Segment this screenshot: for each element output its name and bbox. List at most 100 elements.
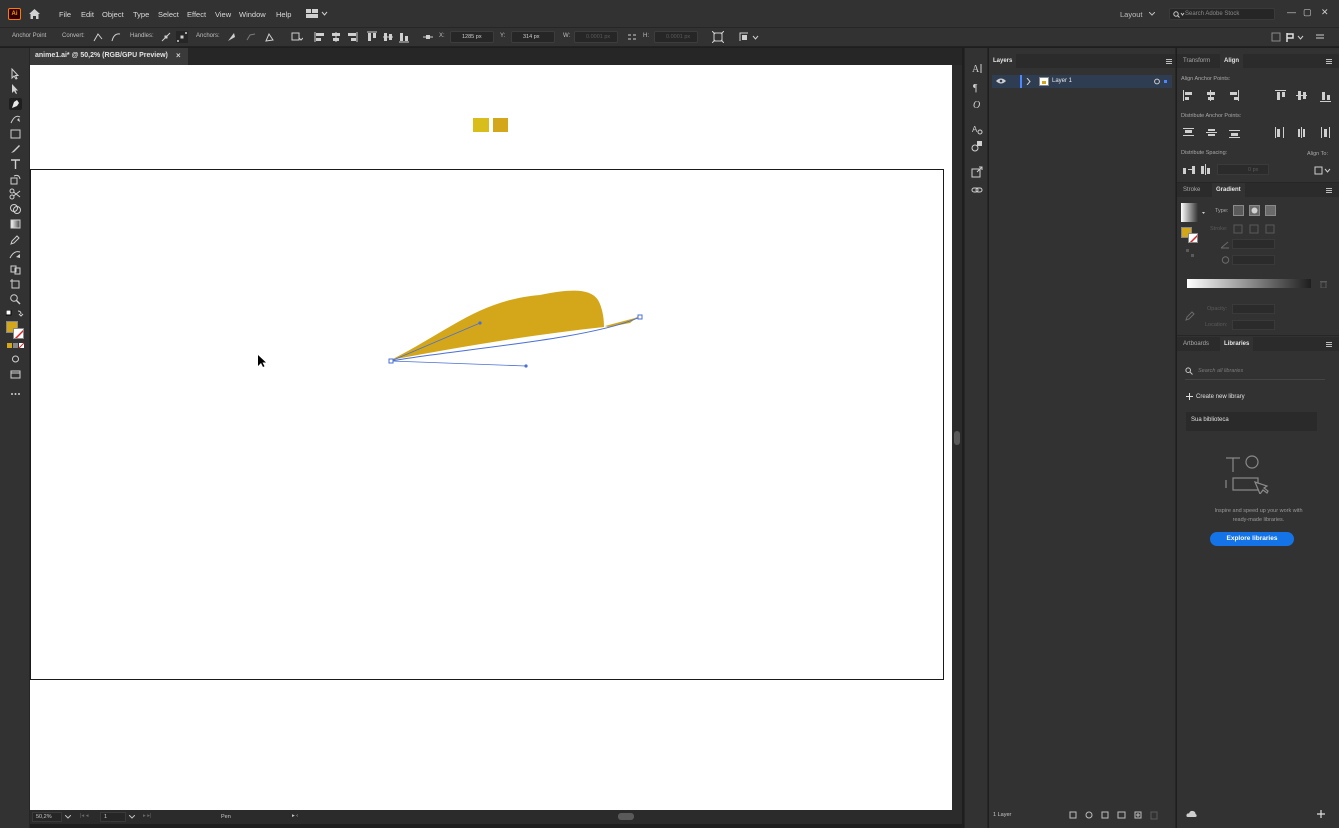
gradient-preview-swatch[interactable] (1181, 203, 1207, 223)
location-field[interactable] (1232, 320, 1275, 330)
appearance-panel-icon[interactable]: A (971, 123, 983, 135)
horizontal-scroll-thumb[interactable] (618, 813, 634, 820)
workspace-switcher[interactable]: Layout (1120, 10, 1143, 19)
constrain-proportions-icon[interactable] (626, 31, 638, 43)
publish-icon[interactable] (1284, 31, 1306, 43)
curvature-tool-icon[interactable] (9, 113, 22, 125)
reference-point-icon[interactable] (422, 31, 434, 43)
screen-mode-icon[interactable] (9, 368, 22, 380)
artwork[interactable] (30, 65, 952, 810)
opentype-panel-icon[interactable]: O (971, 98, 983, 110)
tab-gradient[interactable]: Gradient (1212, 183, 1245, 197)
document-tab[interactable]: anime1.ai* @ 50,2% (RGB/GPU Preview) × (30, 48, 188, 65)
menu-window[interactable]: Window (239, 10, 266, 19)
x-field[interactable]: 1285 px (450, 31, 494, 43)
align-to-dropdown-icon[interactable] (1314, 165, 1332, 175)
artboard-number-field[interactable]: 1 (100, 812, 126, 822)
panel-menu-icon[interactable] (1326, 59, 1332, 64)
convert-smooth-icon[interactable] (110, 31, 122, 43)
eye-icon[interactable] (996, 78, 1006, 84)
zoom-dropdown-icon[interactable] (65, 815, 71, 819)
tab-artboards[interactable]: Artboards (1179, 337, 1213, 351)
angle-field[interactable] (1232, 239, 1275, 249)
plus-icon[interactable] (1186, 393, 1193, 400)
h-field[interactable]: 0.0001 px (654, 31, 698, 43)
shape-builder-tool-icon[interactable] (9, 203, 22, 215)
scissors-tool-icon[interactable] (9, 188, 22, 200)
layer-row[interactable]: Layer 1 (992, 75, 1172, 88)
isolate-icon[interactable] (291, 31, 303, 43)
gradient-type-buttons[interactable] (1233, 205, 1277, 216)
cloud-icon[interactable] (1186, 810, 1197, 818)
menu-object[interactable]: Object (102, 10, 124, 19)
aspect-ratio-field[interactable] (1232, 255, 1275, 265)
tab-libraries[interactable]: Libraries (1220, 337, 1254, 351)
character-panel-icon[interactable]: A (971, 62, 983, 74)
shape-options-icon[interactable] (738, 31, 760, 43)
layers-footer-icons[interactable] (1069, 810, 1159, 820)
align-right-icon[interactable] (346, 31, 358, 43)
stroke-swatch[interactable] (13, 328, 24, 339)
panel-menu-icon[interactable] (1326, 188, 1332, 193)
eyedropper-tool-icon[interactable] (9, 233, 22, 245)
library-search-placeholder[interactable]: Search all libraries (1198, 368, 1243, 374)
color-mode-icons[interactable] (7, 343, 25, 349)
tab-align[interactable]: Align (1220, 54, 1243, 68)
first-artboard-icon[interactable]: |◂ ◂ (80, 813, 88, 819)
align-hcenter-icon[interactable] (330, 31, 342, 43)
paintbrush-tool-icon[interactable] (9, 143, 22, 155)
distribute-spacing-buttons[interactable] (1183, 164, 1213, 176)
tab-stroke[interactable]: Stroke (1179, 183, 1204, 197)
close-tab-button[interactable]: × (176, 51, 181, 60)
rotate-tool-icon[interactable] (9, 173, 22, 185)
hide-handles-icon[interactable] (176, 31, 188, 43)
panel-menu-icon[interactable] (1166, 59, 1172, 64)
cut-path-icon[interactable] (264, 31, 276, 43)
gradient-tool-icon[interactable] (9, 218, 22, 230)
direct-selection-tool-icon[interactable] (9, 83, 22, 95)
panel-options-icon[interactable] (1270, 31, 1282, 43)
links-panel-icon[interactable] (971, 184, 983, 196)
menu-file[interactable]: File (59, 10, 71, 19)
export-panel-icon[interactable] (971, 166, 983, 178)
convert-corner-icon[interactable] (92, 31, 104, 43)
zoom-field[interactable]: 50,2% (32, 812, 62, 822)
home-icon[interactable] (28, 8, 41, 20)
canvas[interactable] (30, 65, 952, 810)
next-artboard-icon[interactable]: ▸ ▸| (143, 813, 151, 819)
transform-icon[interactable] (712, 31, 724, 43)
align-vcenter-icon[interactable] (382, 31, 394, 43)
blend-tool-icon[interactable] (9, 248, 22, 260)
type-tool-icon[interactable] (9, 158, 22, 170)
remove-anchor-icon[interactable] (225, 31, 237, 43)
paragraph-panel-icon[interactable]: ¶ (971, 81, 983, 93)
vertical-scroll-thumb[interactable] (954, 431, 960, 445)
expand-layer-icon[interactable] (1026, 78, 1031, 85)
selection-tool-icon[interactable] (9, 68, 22, 80)
menu-view[interactable]: View (215, 10, 231, 19)
align-anchor-buttons[interactable] (1183, 90, 1333, 102)
library-item[interactable]: Sua biblioteca (1186, 412, 1317, 431)
add-content-icon[interactable] (1317, 810, 1327, 819)
connect-anchors-icon[interactable] (245, 31, 257, 43)
vertical-scrollbar[interactable] (952, 65, 962, 810)
menu-type[interactable]: Type (133, 10, 149, 19)
chevron-down-icon[interactable] (1149, 12, 1155, 16)
gradient-slider[interactable] (1187, 279, 1315, 289)
layer-name[interactable]: Layer 1 (1052, 78, 1072, 84)
minimize-button[interactable]: — (1287, 7, 1296, 17)
menu-edit[interactable]: Edit (81, 10, 94, 19)
artboard-tool-icon[interactable] (9, 278, 22, 290)
create-library-button[interactable]: Create new library (1196, 394, 1245, 400)
arrange-panels-icon[interactable] (1314, 31, 1326, 43)
distribute-anchor-buttons[interactable] (1183, 127, 1333, 139)
spacing-field[interactable]: 0 px (1217, 164, 1269, 175)
zoom-tool-icon[interactable] (9, 293, 22, 305)
panel-menu-icon[interactable] (1326, 342, 1332, 347)
status-arrow-icon[interactable]: ▸ ‹ (292, 813, 298, 819)
symbol-sprayer-tool-icon[interactable] (9, 263, 22, 275)
menu-select[interactable]: Select (158, 10, 179, 19)
show-handles-icon[interactable] (160, 31, 172, 43)
tab-layers[interactable]: Layers (989, 54, 1017, 68)
target-icon[interactable] (1153, 78, 1169, 85)
